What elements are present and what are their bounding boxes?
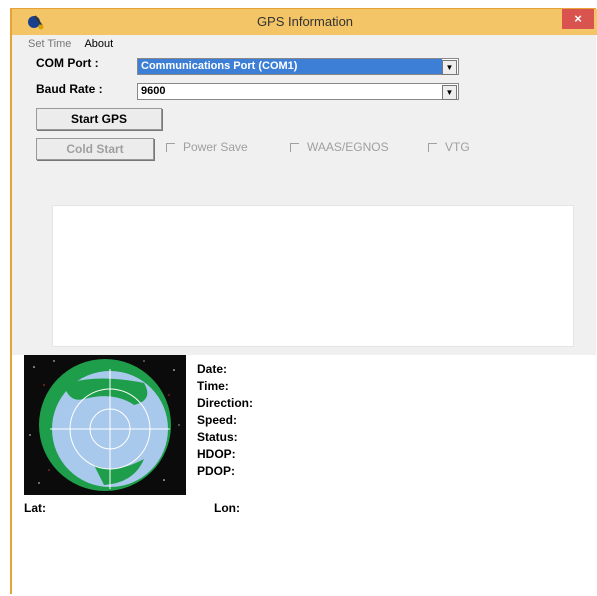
gps-status-panel: Date: Time: Direction: Speed: Status: HD… (12, 355, 597, 595)
log-output-area[interactable] (52, 205, 574, 347)
gps-info-list: Date: Time: Direction: Speed: Status: HD… (197, 361, 253, 480)
checkbox-box[interactable] (290, 143, 299, 153)
latitude-label: Lat: (24, 501, 46, 515)
waas-egnos-checkbox[interactable]: WAAS/EGNOS (290, 140, 389, 154)
baud-rate-select[interactable]: 9600 ▼ (137, 83, 459, 100)
com-port-label: COM Port : (36, 56, 99, 70)
start-gps-button[interactable]: Start GPS (36, 108, 162, 130)
status-label: Status: (197, 430, 238, 444)
window-title: GPS Information (256, 14, 354, 29)
menu-set-time[interactable]: Set Time (28, 38, 71, 50)
gps-window: GPS Information × Set Time About COM Por… (10, 8, 597, 595)
baud-rate-label: Baud Rate : (36, 82, 103, 96)
sky-view-globe (24, 355, 186, 495)
menu-bar: Set Time About (28, 38, 123, 50)
pdop-label: PDOP: (197, 464, 236, 478)
speed-label: Speed: (197, 413, 238, 427)
chevron-down-icon[interactable]: ▼ (442, 60, 457, 75)
title-bar[interactable]: GPS Information × (12, 9, 597, 35)
cold-start-button[interactable]: Cold Start (36, 138, 154, 160)
time-label: Time: (197, 379, 229, 393)
direction-label: Direction: (197, 396, 254, 410)
checkbox-box[interactable] (428, 143, 437, 153)
date-label: Date: (197, 362, 228, 376)
close-button[interactable]: × (562, 9, 594, 29)
com-port-select[interactable]: Communications Port (COM1) ▼ (137, 58, 459, 75)
com-port-value: Communications Port (COM1) (138, 59, 442, 74)
vtg-checkbox[interactable]: VTG (428, 140, 470, 154)
vtg-label: VTG (445, 140, 470, 154)
chevron-down-icon[interactable]: ▼ (442, 85, 457, 100)
power-save-checkbox[interactable]: Power Save (166, 140, 248, 154)
baud-rate-value: 9600 (141, 85, 166, 97)
power-save-label: Power Save (183, 140, 248, 154)
checkbox-box[interactable] (166, 143, 175, 153)
longitude-label: Lon: (214, 501, 240, 515)
hdop-label: HDOP: (197, 447, 236, 461)
menu-about[interactable]: About (84, 38, 113, 50)
waas-egnos-label: WAAS/EGNOS (307, 140, 389, 154)
